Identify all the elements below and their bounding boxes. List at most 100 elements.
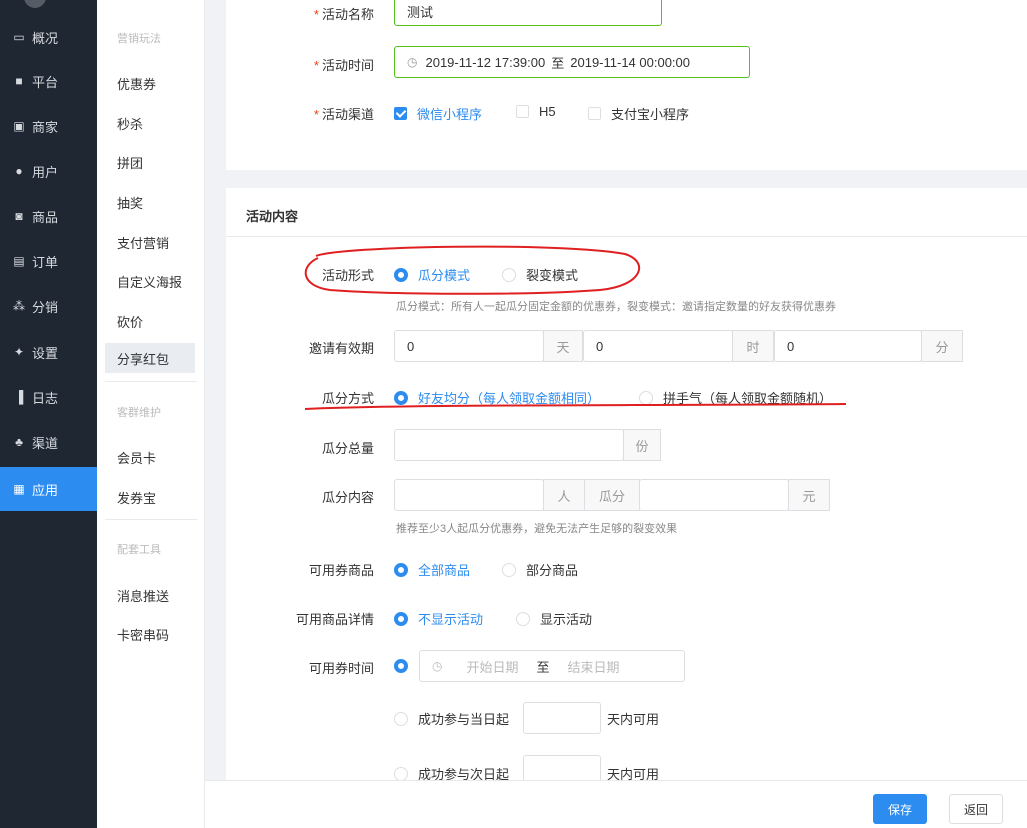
desktop-icon: ■ (15, 74, 23, 88)
save-button[interactable]: 保存 (873, 794, 927, 824)
same-day-days-input[interactable] (523, 702, 601, 734)
nav-label: 用户 (32, 164, 59, 180)
time-end-value: 2019-11-14 00:00:00 (570, 54, 690, 70)
validity-days-input[interactable]: 0 (394, 330, 544, 362)
input-value: 0 (407, 338, 415, 354)
nav-label: 日志 (32, 390, 59, 406)
activity-name-input[interactable]: 测试 (394, 0, 662, 26)
submenu-item-pay-marketing[interactable]: 支付营销 (117, 233, 169, 252)
coupon-date-range-picker[interactable]: ◷ 开始日期 至 结束日期 (419, 650, 685, 682)
radio-label: 成功参与当日起 (418, 712, 510, 727)
goods-all-radio[interactable]: 全部商品 (394, 560, 470, 579)
radio-dot (394, 711, 408, 726)
days-unit: 天 (543, 330, 583, 362)
split-amount-input[interactable] (639, 479, 789, 511)
nav-item-log[interactable]: ▐ 日志 (0, 375, 97, 419)
channel-icon: ♣ (15, 435, 23, 449)
activity-time-range-picker[interactable]: ◷ 2019-11-12 17:39:00 至 2019-11-14 00:00… (394, 46, 750, 78)
detail-hide-radio[interactable]: 不显示活动 (394, 609, 483, 628)
split-mid-label: 瓜分 (584, 479, 640, 511)
submenu-item-message-push[interactable]: 消息推送 (117, 586, 169, 605)
submenu-group-marketing: 营销玩法 (117, 33, 161, 45)
radio-label: 拼手气（每人领取金额随机） (663, 391, 833, 406)
input-value: 0 (596, 338, 604, 354)
activity-channel-label: * 活动渠道 (313, 107, 374, 122)
channel-wechat-checkbox[interactable]: 微信小程序 (394, 104, 482, 123)
time-separator: 至 (551, 55, 565, 71)
nav-item-apps[interactable]: ▦ 应用 (0, 467, 97, 511)
form-split-radio[interactable]: 瓜分模式 (394, 265, 470, 284)
nav-label: 平台 (32, 74, 59, 90)
radio-dot (394, 390, 408, 405)
section-divider (226, 236, 1027, 237)
split-people-input[interactable] (394, 479, 544, 511)
radio-dot (394, 766, 408, 781)
radio-label: 全部商品 (418, 563, 471, 578)
yuan-unit: 元 (788, 479, 830, 511)
channel-alipay-checkbox[interactable]: 支付宝小程序 (588, 104, 689, 123)
split-total-input[interactable] (394, 429, 624, 461)
validity-minutes-input[interactable]: 0 (774, 330, 922, 362)
section-title: 活动内容 (246, 209, 299, 224)
nav-label: 分销 (32, 299, 59, 315)
nav-label: 渠道 (32, 435, 59, 451)
radio-label: 好友均分（每人领取金额相同） (418, 391, 601, 406)
nav-item-channel[interactable]: ♣ 渠道 (0, 420, 97, 464)
date-separator: 至 (536, 659, 550, 675)
nav-item-distribution[interactable]: ⁂ 分销 (0, 284, 97, 328)
submenu-group-tools: 配套工具 (117, 544, 161, 556)
product-icon: ◙ (15, 209, 23, 223)
nav-item-product[interactable]: ◙ 商品 (0, 194, 97, 238)
same-day-radio[interactable]: 成功参与当日起 (394, 709, 509, 728)
people-unit: 人 (543, 479, 585, 511)
activity-content-panel: 活动内容 活动形式 瓜分模式 裂变模式 瓜分模式：所有人一起瓜分固定金额的优惠券… (226, 188, 1027, 788)
submenu-item-flash-sale[interactable]: 秒杀 (117, 114, 143, 133)
back-button[interactable]: 返回 (949, 794, 1003, 824)
date-end-placeholder: 结束日期 (567, 659, 620, 675)
checkbox-box (588, 107, 601, 120)
channel-h5-checkbox[interactable]: H5 (516, 104, 556, 119)
radio-label: 部分商品 (526, 563, 579, 578)
split-even-radio[interactable]: 好友均分（每人领取金额相同） (394, 388, 600, 407)
submenu-item-group-buy[interactable]: 拼团 (117, 153, 143, 172)
nav-item-merchant[interactable]: ▣ 商家 (0, 104, 97, 148)
form-fission-radio[interactable]: 裂变模式 (502, 265, 578, 284)
radio-dot (502, 267, 516, 282)
radio-dot (516, 611, 530, 626)
checkbox-box (394, 107, 407, 120)
radio-dot (502, 562, 516, 577)
same-day-unit: 天内可用 (607, 712, 660, 727)
submenu-item-bargain[interactable]: 砍价 (117, 312, 143, 331)
share-icon: ⁂ (13, 299, 25, 313)
radio-dot (394, 562, 408, 577)
submenu-divider (105, 381, 197, 382)
submenu-item-share-redpack[interactable]: 分享红包 (105, 343, 195, 373)
channel-label: 支付宝小程序 (611, 107, 690, 122)
nav-item-overview[interactable]: ▭ 概况 (0, 15, 97, 59)
split-random-radio[interactable]: 拼手气（每人领取金额随机） (639, 388, 832, 407)
channel-label: 微信小程序 (417, 107, 483, 122)
submenu-item-member-card[interactable]: 会员卡 (117, 448, 156, 467)
submenu-item-coupon[interactable]: 优惠券 (117, 74, 156, 93)
time-start-value: 2019-11-12 17:39:00 (425, 54, 546, 70)
input-value: 0 (787, 338, 795, 354)
time-range-radio[interactable] (394, 659, 418, 673)
goods-partial-radio[interactable]: 部分商品 (502, 560, 578, 579)
nav-item-platform[interactable]: ■ 平台 (0, 59, 97, 103)
nav-item-user[interactable]: ● 用户 (0, 149, 97, 193)
submenu-item-poster[interactable]: 自定义海报 (117, 272, 182, 291)
nav-item-order[interactable]: ▤ 订单 (0, 239, 97, 283)
submenu-item-lottery[interactable]: 抽奖 (117, 193, 143, 212)
store-icon: ▣ (13, 119, 25, 133)
nav-label: 订单 (32, 254, 59, 270)
detail-show-radio[interactable]: 显示活动 (516, 609, 592, 628)
activity-form-label: 活动形式 (321, 268, 374, 283)
nav-label: 概况 (32, 30, 59, 46)
submenu-item-card-code[interactable]: 卡密串码 (117, 625, 169, 644)
submenu-item-coupon-sender[interactable]: 发券宝 (117, 488, 156, 507)
activity-name-value: 测试 (407, 4, 434, 20)
clock-icon: ◷ (407, 55, 418, 69)
avatar[interactable] (24, 0, 46, 8)
nav-item-settings[interactable]: ✦ 设置 (0, 330, 97, 374)
validity-hours-input[interactable]: 0 (583, 330, 733, 362)
